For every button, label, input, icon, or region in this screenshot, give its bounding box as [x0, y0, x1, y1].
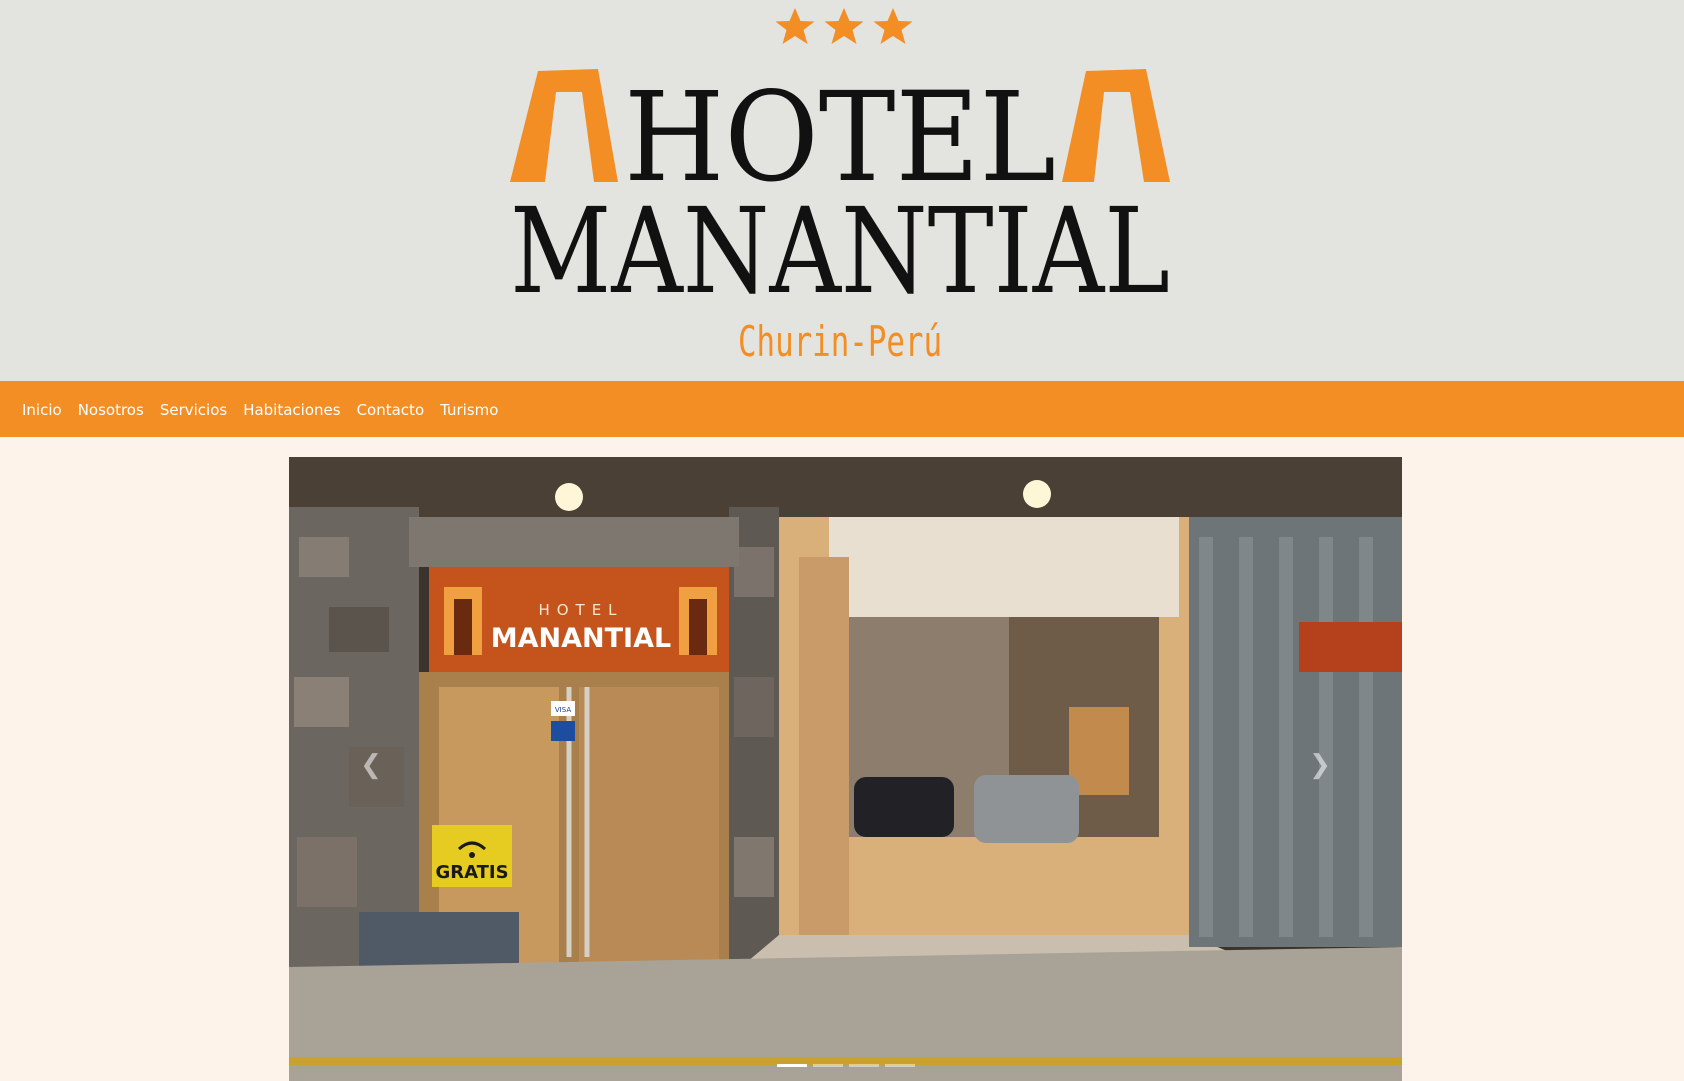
carousel-indicator[interactable]	[776, 1064, 807, 1067]
main-navbar: Inicio Nosotros Servicios Habitaciones C…	[0, 381, 1684, 437]
inca-door-icon	[1062, 69, 1170, 182]
photo-sign-gratis: GRATIS	[435, 862, 508, 883]
photo-sign-visa: VISA	[555, 706, 571, 714]
logo-word-manantial: MANANTIAL	[510, 182, 1170, 320]
nav-item-contacto: Contacto	[357, 400, 425, 419]
logo-location: Churin-Perú	[738, 317, 942, 366]
image-carousel[interactable]: HOTEL MANANTIAL VISA GRATIS ❮ ❯	[289, 457, 1402, 1081]
nav-link-contacto[interactable]: Contacto	[357, 401, 425, 419]
nav-link-inicio[interactable]: Inicio	[22, 401, 62, 419]
photo-sign-hotel: HOTEL	[538, 601, 623, 619]
nav-item-inicio: Inicio	[22, 400, 62, 419]
inca-door-icon	[510, 69, 618, 182]
carousel-indicator[interactable]	[812, 1064, 843, 1067]
photo-sign-manantial: MANANTIAL	[491, 623, 671, 654]
nav-item-habitaciones: Habitaciones	[243, 400, 340, 419]
nav-link-habitaciones[interactable]: Habitaciones	[243, 401, 340, 419]
star-rating-icon	[775, 8, 913, 44]
carousel-indicators	[289, 1064, 1402, 1067]
nav-item-servicios: Servicios	[160, 400, 227, 419]
carousel-indicator[interactable]	[884, 1064, 915, 1067]
chevron-left-icon: ❮	[360, 750, 382, 780]
nav-item-turismo: Turismo	[440, 400, 498, 419]
carousel-indicator[interactable]	[848, 1064, 879, 1067]
hotel-logo[interactable]: HOTEL MANANTIAL Churin-Perú	[0, 0, 1684, 381]
nav-link-servicios[interactable]: Servicios	[160, 401, 227, 419]
carousel-prev-button[interactable]: ❮	[351, 745, 391, 785]
site-header: HOTEL MANANTIAL Churin-Perú	[0, 0, 1684, 381]
hotel-facade-photo: HOTEL MANANTIAL VISA GRATIS	[289, 457, 1402, 1081]
nav-item-nosotros: Nosotros	[78, 400, 144, 419]
carousel-next-button[interactable]: ❯	[1300, 745, 1340, 785]
nav-link-turismo[interactable]: Turismo	[440, 401, 498, 419]
nav-menu: Inicio Nosotros Servicios Habitaciones C…	[22, 381, 514, 437]
chevron-right-icon: ❯	[1309, 750, 1331, 780]
nav-link-nosotros[interactable]: Nosotros	[78, 401, 144, 419]
